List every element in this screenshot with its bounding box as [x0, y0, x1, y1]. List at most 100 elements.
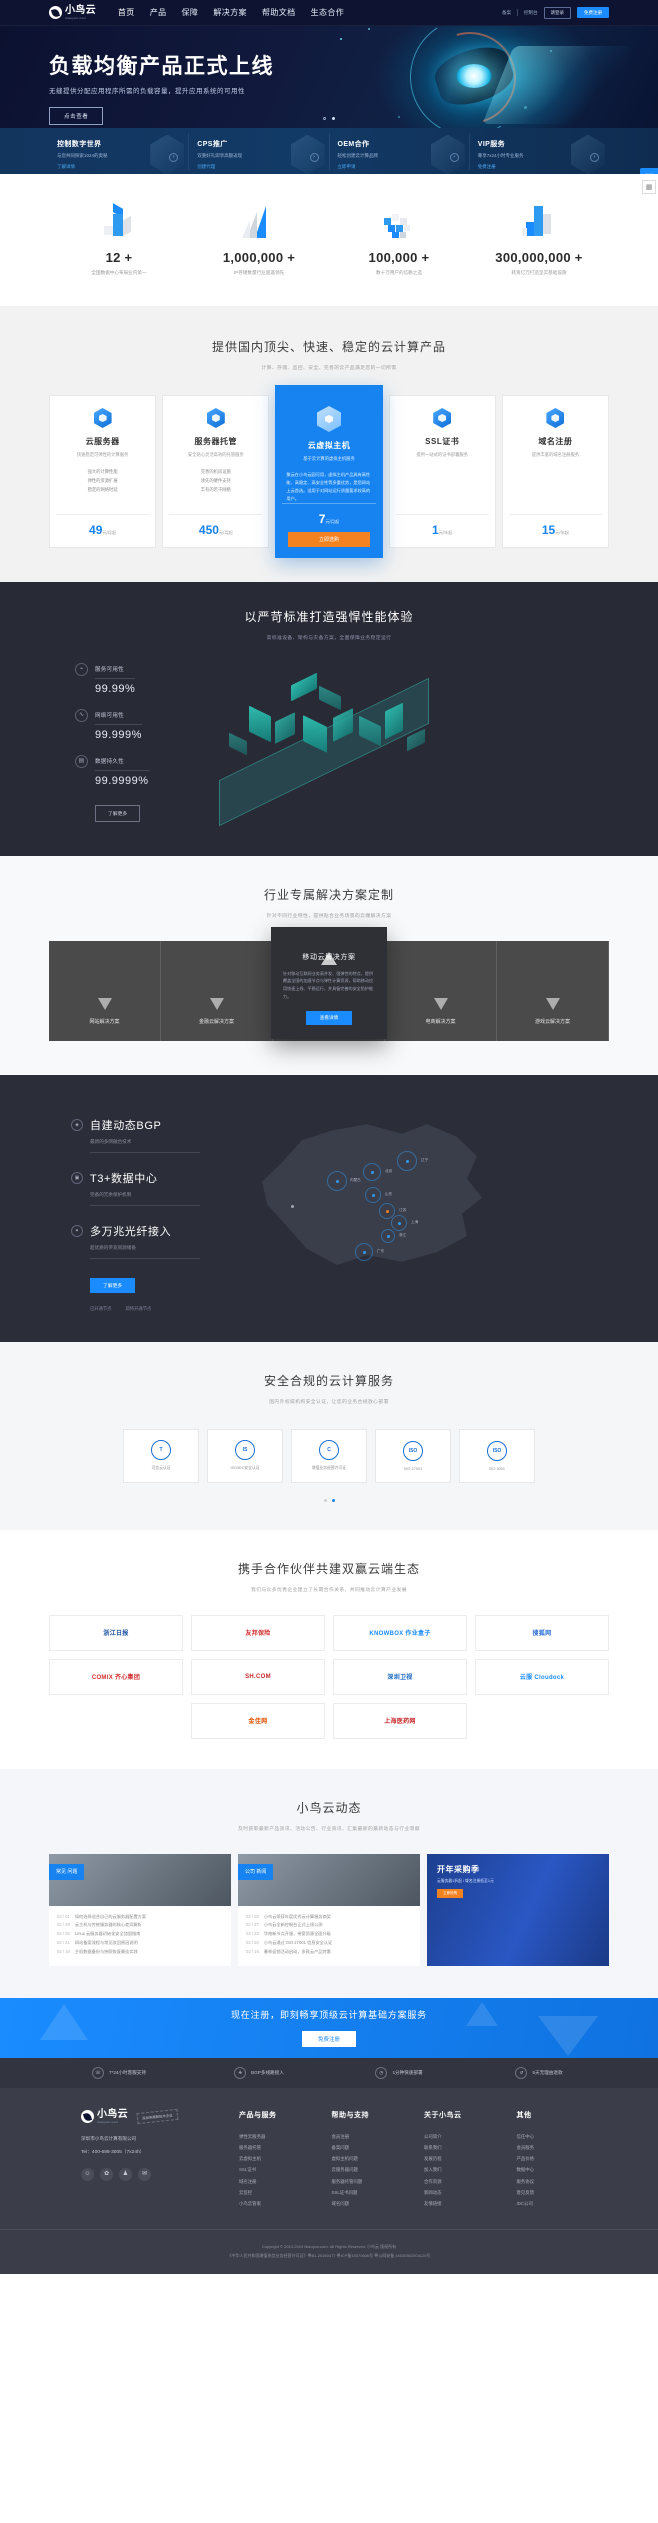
headset-icon[interactable]: ☏	[640, 168, 658, 174]
site-logo[interactable]: 小鸟云 niaoyun.com	[49, 5, 96, 20]
chevron-right-icon[interactable]: ›	[590, 152, 599, 162]
map-node[interactable]	[371, 1170, 374, 1174]
footer-link[interactable]: 友情链接	[424, 2198, 517, 2209]
footer-link[interactable]: 小鸟云管家	[239, 2198, 332, 2209]
chevron-right-icon[interactable]: ›	[449, 152, 459, 162]
footer-link[interactable]: 加入我们	[424, 2164, 517, 2175]
nav-item-ecosystem[interactable]: 生态合作	[311, 7, 345, 18]
promo-card[interactable]: OEM合作 轻松创建云计算品牌 立即申请 ›	[330, 132, 470, 174]
footer-link[interactable]: SSL证书问题	[332, 2187, 425, 2198]
footer-link[interactable]: 新闻动态	[424, 2187, 517, 2198]
security-dot-1[interactable]	[323, 1498, 327, 1502]
news-item[interactable]: 02 / 27 小鸟云全新控制台正式上线公测	[246, 1921, 412, 1930]
news-item[interactable]: 03 / 01 如何选择适合自己的云服务器配置方案	[57, 1913, 223, 1922]
map-node[interactable]	[406, 1159, 409, 1163]
news-item[interactable]: 02 / 21 网站备案流程与常见驳回原因说明	[57, 1939, 223, 1948]
carousel-dot-2[interactable]	[332, 117, 335, 120]
chevron-right-icon[interactable]: ›	[309, 152, 319, 162]
certificate-item[interactable]: ISO ISO 9001	[459, 1428, 535, 1483]
footer-link[interactable]: 发展历程	[424, 2153, 517, 2164]
news-item[interactable]: 03 / 02 小鸟云荣获年度优秀云计算服务商奖	[246, 1913, 412, 1922]
partner-logo[interactable]: 友邦保险	[191, 1614, 325, 1651]
nav-item-guarantee[interactable]: 保障	[182, 7, 199, 18]
footer-link[interactable]: 域名问题	[332, 2198, 425, 2209]
footer-link[interactable]: 会员注册	[332, 2131, 425, 2142]
nav-item-products[interactable]: 产品	[150, 7, 167, 18]
footer-link[interactable]: 信任中心	[517, 2131, 610, 2142]
news-item[interactable]: 02 / 18 主机数据备份与快照恢复最佳实践	[57, 1948, 223, 1957]
nav-item-solutions[interactable]: 解决方案	[213, 7, 247, 18]
reliability-more-button[interactable]: 了解更多	[95, 804, 141, 822]
product-card[interactable]: 服务器托管 安全贴心灵活高效的托管服务 完善的机房设施 领先的硬件支持 丰有的若…	[162, 395, 270, 548]
solution-item[interactable]: 网站解决方案	[49, 940, 161, 1041]
map-node[interactable]	[386, 1209, 389, 1213]
partner-logo[interactable]: 深圳卫视	[333, 1658, 467, 1695]
footer-logo[interactable]: 小鸟云 niaoyun.com 深圳市高新技术企业	[81, 2108, 239, 2125]
news-item[interactable]: 02 / 20 小鸟云通过 ISO 27001 信息安全认证	[246, 1939, 412, 1948]
buy-now-button[interactable]: 立即选购	[288, 531, 370, 547]
security-dot-2[interactable]	[331, 1498, 335, 1502]
nav-console-link[interactable]: 控制台	[524, 10, 538, 16]
login-button[interactable]: 请登录	[543, 6, 571, 19]
footer-link[interactable]: 服务器托管	[239, 2142, 332, 2153]
partner-logo[interactable]: SH.COM	[191, 1658, 325, 1695]
footer-link[interactable]: 云虚拟主机	[239, 2153, 332, 2164]
footer-link[interactable]: 数据中心	[517, 2164, 610, 2175]
footer-link[interactable]: IDC公司	[517, 2198, 610, 2209]
certificate-item[interactable]: IS ISO/IEC安全认证	[207, 1428, 283, 1483]
hero-carousel-dots[interactable]	[323, 117, 335, 120]
footer-link[interactable]: 虚拟主机问题	[332, 2153, 425, 2164]
cta-register-button[interactable]: 免费注册	[301, 2031, 356, 2048]
footer-link[interactable]: 意见反馈	[517, 2187, 610, 2198]
footer-link[interactable]: 会员服务	[517, 2142, 610, 2153]
map-node[interactable]	[372, 1193, 375, 1197]
popup-detail-button[interactable]: 查看详情	[305, 1010, 353, 1025]
product-card[interactable]: 云服务器 快速稳定可弹性的计算服务 强大的计算性能 弹性的资源扩展 稳定的网络时…	[49, 395, 157, 548]
security-carousel-dots[interactable]	[0, 1498, 658, 1502]
footer-link[interactable]: 产品价格	[517, 2153, 610, 2164]
footer-link[interactable]: 云服务器问题	[332, 2164, 425, 2175]
product-card[interactable]: 域名注册 提供丰富的域名注册服务 15元/年起	[501, 395, 610, 548]
footer-link[interactable]: 联系我们	[424, 2142, 517, 2153]
solution-item[interactable]: 游戏云解决方案	[497, 940, 609, 1041]
certificate-item[interactable]: C 增值业务经营许可证	[291, 1428, 367, 1483]
promo-card[interactable]: CPS推广 双重好礼即享高额返现 创建代理 ›	[189, 132, 330, 174]
news-card[interactable]: 常见 问题 03 / 01 如何选择适合自己的云服务器配置方案 02 / 28 云主…	[49, 1853, 231, 1966]
carousel-dot-1[interactable]	[323, 117, 326, 120]
news-item[interactable]: 02 / 25 Linux 云服务器初始化安全加固指南	[57, 1930, 223, 1939]
footer-link[interactable]: 备案问题	[332, 2142, 425, 2153]
map-node[interactable]	[336, 1179, 339, 1183]
footer-link[interactable]: 云监控	[239, 2187, 332, 2198]
solution-item[interactable]: 金融云解决方案	[161, 940, 273, 1041]
footer-link[interactable]: 公司简介	[424, 2131, 517, 2142]
partner-logo[interactable]: KNOWBOX 作业盒子	[333, 1614, 467, 1651]
register-button[interactable]: 免费注册	[577, 7, 609, 18]
nav-item-docs[interactable]: 帮助文档	[262, 7, 296, 18]
partner-logo[interactable]: 浙江日报	[49, 1614, 183, 1651]
footer-link[interactable]: 弹性云服务器	[239, 2131, 332, 2142]
map-node[interactable]	[291, 1204, 294, 1208]
news-item[interactable]: 02 / 23 华南新节点开服，带宽资源全面升级	[246, 1930, 412, 1939]
network-more-button[interactable]: 了解更多	[90, 1277, 136, 1293]
partner-logo[interactable]: 云服 Cloudock	[475, 1658, 609, 1695]
partner-logo[interactable]: COMIX 齐心集团	[49, 1658, 183, 1695]
nav-filing-link[interactable]: 备案	[502, 10, 511, 16]
partner-logo[interactable]: 金佳网	[191, 1702, 325, 1739]
hero-cta-button[interactable]: 点击查看	[49, 107, 104, 125]
news-promo-card[interactable]: 开年采购季 云服务器1折起 / 域名注册低至1元 立即抢购	[427, 1853, 609, 1966]
partner-logo[interactable]: 搜狐网	[475, 1614, 609, 1651]
footer-link[interactable]: SSL证书	[239, 2164, 332, 2175]
certificate-item[interactable]: T 可信云认证	[123, 1428, 199, 1483]
wechat-icon[interactable]: ☺	[81, 2167, 94, 2181]
mail-icon[interactable]: ✉	[138, 2167, 151, 2181]
product-card[interactable]: SSL证书 提供一站式的证书部署服务 1元/年起	[388, 395, 496, 548]
qq-icon[interactable]: ♟	[119, 2167, 132, 2181]
nav-item-home[interactable]: 首页	[118, 7, 135, 18]
chevron-right-icon[interactable]: ›	[169, 152, 179, 162]
footer-link[interactable]: 服务协议	[517, 2176, 610, 2187]
promo-banner-button[interactable]: 立即抢购	[437, 1888, 464, 1898]
map-node[interactable]	[387, 1234, 390, 1238]
map-node[interactable]	[363, 1250, 366, 1254]
news-item[interactable]: 02 / 16 春季促销活动启动，多款云产品特惠	[246, 1948, 412, 1957]
map-node[interactable]	[398, 1221, 401, 1225]
